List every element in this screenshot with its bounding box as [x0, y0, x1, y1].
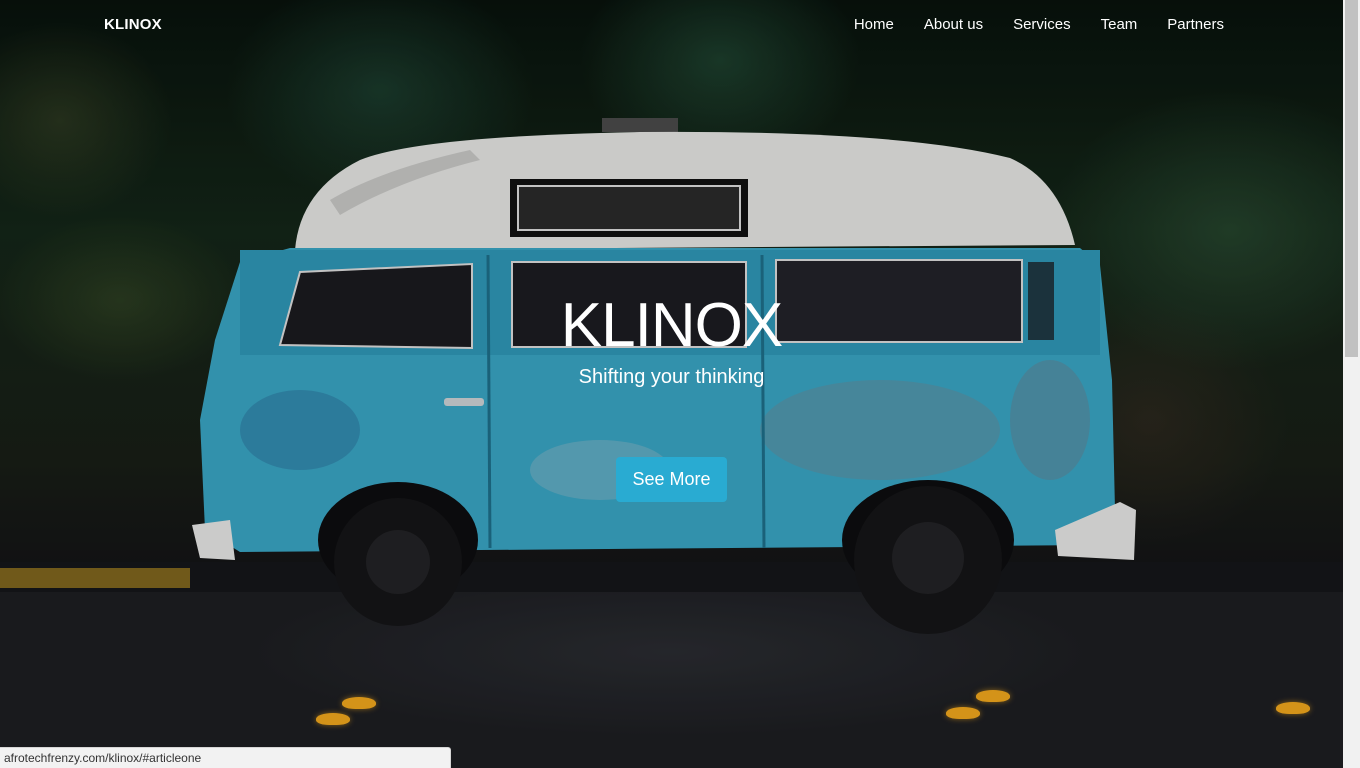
nav-item-services[interactable]: Services: [1013, 16, 1071, 33]
hero-title: KLINOX: [560, 291, 783, 360]
status-bar-url: afrotechfrenzy.com/klinox/#articleone: [0, 747, 451, 768]
nav-item-home[interactable]: Home: [854, 16, 894, 33]
see-more-button[interactable]: See More: [616, 457, 727, 502]
nav-item-team[interactable]: Team: [1101, 16, 1138, 33]
nav-item-about-us[interactable]: About us: [924, 16, 983, 33]
nav-item-partners[interactable]: Partners: [1167, 16, 1224, 33]
hero-content: KLINOX Shifting your thinking See More: [0, 290, 1343, 502]
brand-logo[interactable]: KLINOX: [104, 16, 162, 33]
hero-subtitle: Shifting your thinking: [578, 366, 765, 388]
nav-links: Home About us Services Team Partners: [854, 16, 1224, 33]
scrollbar-thumb[interactable]: [1345, 0, 1358, 357]
vertical-scrollbar[interactable]: [1343, 0, 1360, 768]
navbar: KLINOX Home About us Services Team Partn…: [0, 0, 1343, 52]
